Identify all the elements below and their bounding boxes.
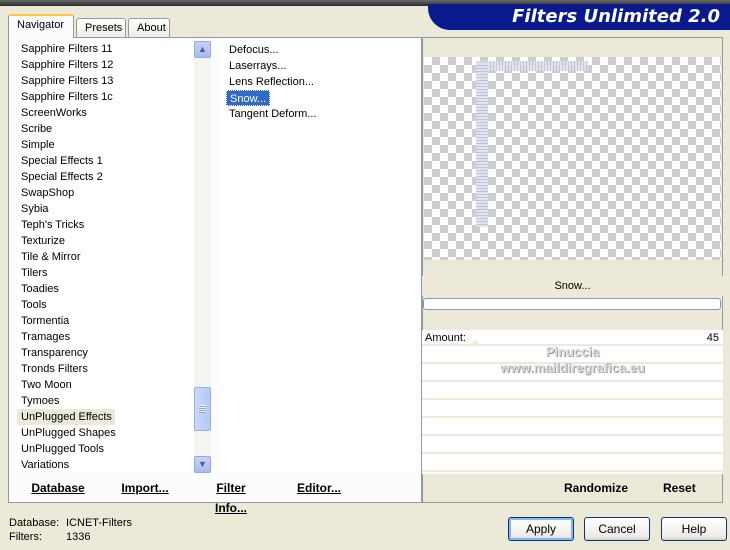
category-item[interactable]: Tile & Mirror (17, 249, 211, 265)
grip-icon (199, 405, 206, 413)
status-bar: Database: ICNET-Filters Filters: 1336 (9, 516, 209, 544)
category-item[interactable]: Sapphire Filters 1c (17, 89, 211, 105)
filter-item[interactable]: Snow... (226, 90, 271, 106)
category-item[interactable]: Sybia (17, 201, 211, 217)
category-scrollbar[interactable]: ▲ ▼ (194, 41, 211, 473)
parameter-row (422, 456, 723, 472)
filter-info-button[interactable]: Filter Info... (199, 478, 263, 515)
category-item[interactable]: Two Moon (17, 377, 211, 393)
apply-button[interactable]: Apply (508, 517, 574, 541)
category-item[interactable]: Variations (17, 457, 211, 473)
import-button-label: Import... (121, 481, 169, 495)
watermark: Pinuccia www.maildiregrafica.eu (422, 344, 723, 376)
category-item[interactable]: Tramages (17, 329, 211, 345)
scroll-thumb[interactable] (194, 387, 211, 431)
category-item[interactable]: Tymoes (17, 393, 211, 409)
tab-navigator[interactable]: Navigator (8, 14, 74, 38)
category-item[interactable]: Tormentia (17, 313, 211, 329)
category-item[interactable]: UnPlugged Tools (17, 441, 211, 457)
editor-button-label: Editor... (296, 481, 341, 495)
watermark-line-1: Pinuccia (545, 344, 600, 359)
reset-button[interactable]: Reset (663, 478, 696, 498)
filters-label: Filters: (9, 531, 42, 543)
filter-list[interactable]: Defocus... Laserrays... Lens Reflection...… (218, 41, 416, 473)
scroll-up-button[interactable]: ▲ (194, 41, 211, 58)
parameter-row (422, 402, 723, 418)
category-item[interactable]: Teph's Tricks (17, 217, 211, 233)
parameter-value: 45 (706, 332, 719, 344)
filter-item[interactable]: Laserrays... (226, 58, 289, 74)
watermark-line-2: www.maildiregrafica.eu (500, 360, 645, 375)
snow-effect-vertical (476, 63, 488, 227)
category-item[interactable]: UnPlugged Effects (17, 409, 115, 425)
parameter-label: Amount: (425, 332, 466, 344)
category-item[interactable]: Sapphire Filters 13 (17, 73, 211, 89)
chevron-down-icon: ▼ (198, 459, 207, 469)
help-button[interactable]: Help (661, 517, 727, 541)
category-item[interactable]: SwapShop (17, 185, 211, 201)
filter-item[interactable]: Defocus... (226, 42, 282, 58)
category-item[interactable]: Transparency (17, 345, 211, 361)
category-item[interactable]: Special Effects 2 (17, 169, 211, 185)
category-item[interactable]: ScreenWorks (17, 105, 211, 121)
category-item[interactable]: Tilers (17, 265, 211, 281)
cancel-button[interactable]: Cancel (584, 517, 650, 541)
database-button-label: Database (31, 481, 85, 495)
app-title: Filters Unlimited 2.0 (428, 4, 730, 30)
database-button[interactable]: Database (30, 478, 86, 498)
category-item[interactable]: Tools (17, 297, 211, 313)
database-label: Database: (9, 517, 60, 529)
filters-count: 1336 (66, 531, 91, 543)
editor-button[interactable]: Editor... (296, 478, 342, 498)
category-item[interactable]: Simple (17, 137, 211, 153)
import-button[interactable]: Import... (120, 478, 170, 498)
progress-bar (423, 298, 721, 310)
filter-info-button-label: Filter Info... (215, 481, 247, 515)
chevron-up-icon: ▲ (198, 44, 207, 54)
filter-item[interactable]: Lens Reflection... (226, 74, 317, 90)
category-item[interactable]: Scribe (17, 121, 211, 137)
tab-about[interactable]: About (128, 18, 170, 38)
database-value: ICNET-Filters (66, 517, 132, 529)
randomize-button[interactable]: Randomize (564, 478, 628, 498)
tab-presets[interactable]: Presets (76, 18, 126, 38)
category-item[interactable]: Texturize (17, 233, 211, 249)
filter-item[interactable]: Tangent Deform... (226, 106, 319, 122)
category-list[interactable]: Sapphire Filters 11 Sapphire Filters 12 Sa… (17, 41, 211, 473)
parameter-row (422, 420, 723, 436)
category-item[interactable]: Sapphire Filters 12 (17, 57, 211, 73)
scroll-down-button[interactable]: ▼ (194, 456, 211, 473)
parameter-row (422, 438, 723, 454)
category-item[interactable]: Sapphire Filters 11 (17, 41, 211, 57)
snow-effect-horizontal (476, 61, 588, 71)
category-item[interactable]: Toadies (17, 281, 211, 297)
current-filter-name: Snow... (422, 276, 723, 296)
preview-image (424, 57, 721, 260)
category-item[interactable]: Special Effects 1 (17, 153, 211, 169)
category-item[interactable]: Tronds Filters (17, 361, 211, 377)
parameter-row (422, 384, 723, 400)
category-item[interactable]: UnPlugged Shapes (17, 425, 211, 441)
